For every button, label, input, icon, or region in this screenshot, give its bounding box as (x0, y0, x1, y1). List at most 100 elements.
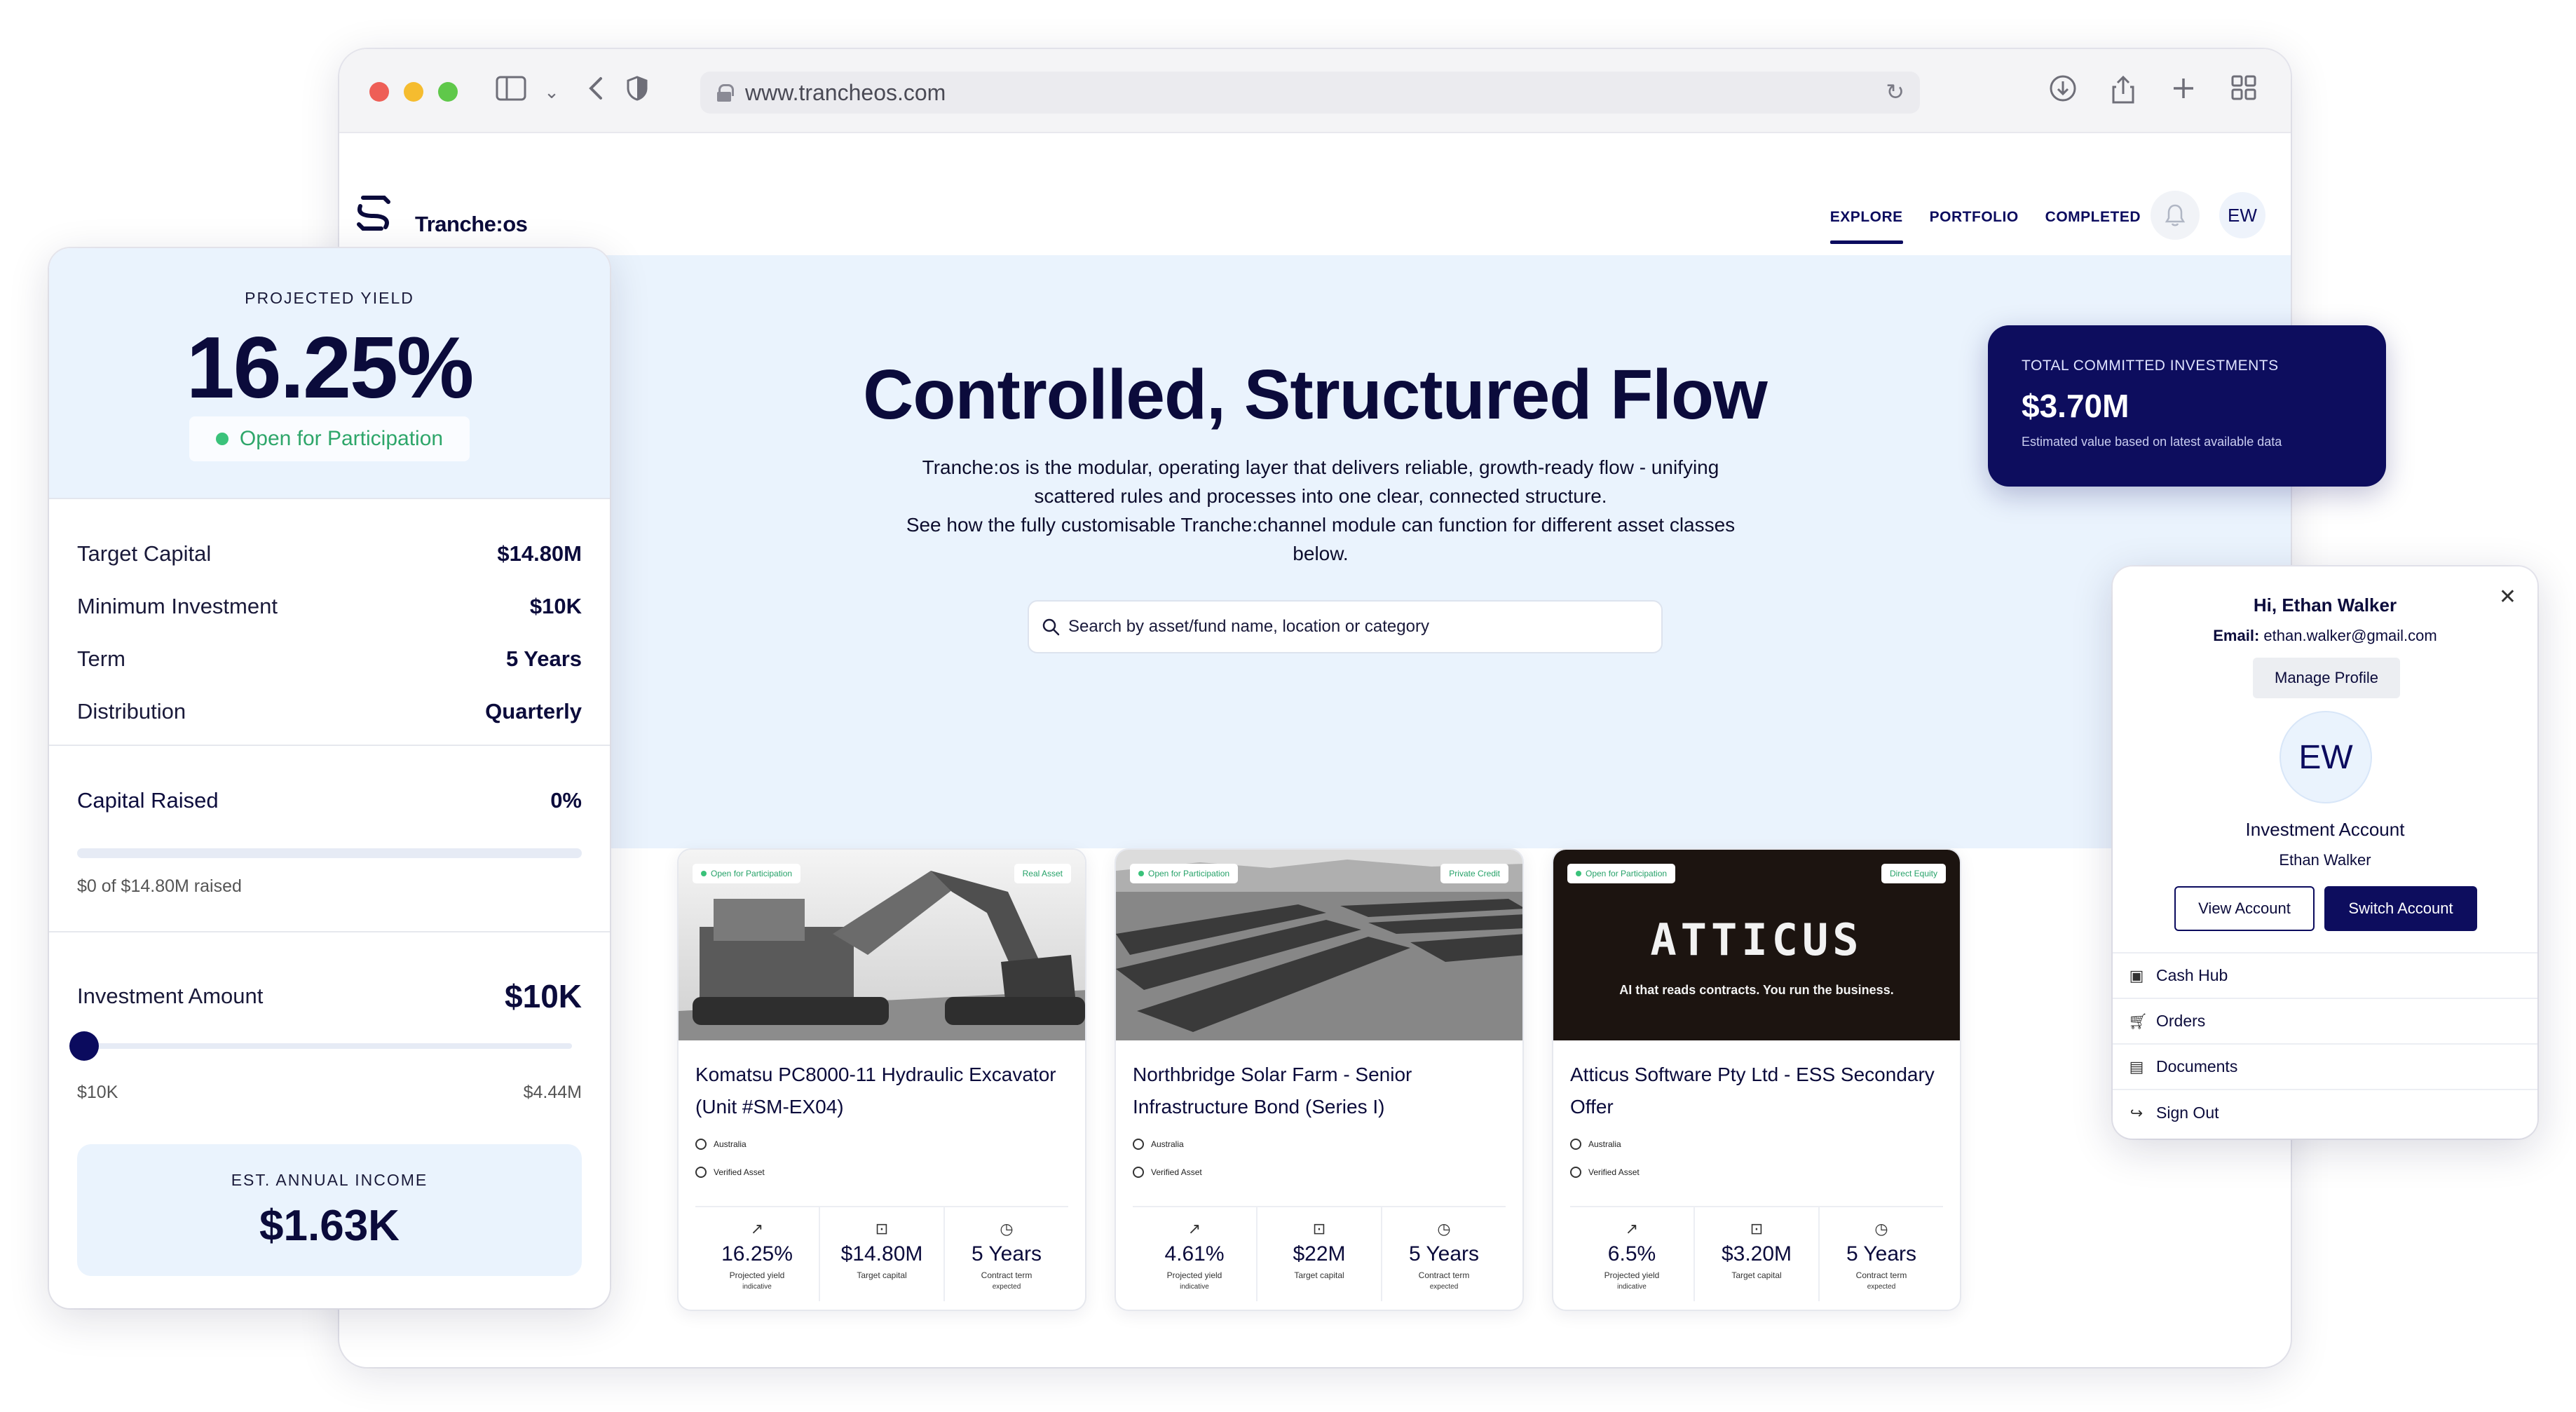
share-icon[interactable] (2106, 74, 2141, 109)
divider (49, 745, 610, 746)
menu-item-label: Orders (2156, 1012, 2206, 1030)
annual-income-box: EST. ANNUAL INCOME $1.63K (77, 1144, 582, 1276)
asset-title[interactable]: Komatsu PC8000-11 Hydraulic Excavator (U… (695, 1059, 1068, 1123)
asset-location: Australia (1133, 1139, 1184, 1150)
shield-icon[interactable] (620, 74, 655, 109)
close-window-button[interactable] (369, 82, 389, 102)
check-circle-icon (1570, 1167, 1581, 1178)
term-note: expected (1867, 1283, 1896, 1291)
user-avatar[interactable]: EW (2219, 192, 2265, 238)
asset-stats: ↗ 16.25% Projected yield indicative ⊡ $1… (695, 1206, 1068, 1301)
atticus-tagline: AI that reads contracts. You run the bus… (1619, 983, 1894, 997)
hero-paragraph-2: See how the fully customisable Tranche:c… (906, 514, 1736, 564)
slider-min-label: $10K (77, 1082, 118, 1102)
menu-item-orders[interactable]: 🛒︎ Orders (2113, 999, 2537, 1045)
location-pin-icon (1570, 1139, 1581, 1150)
term-value: Quarterly (485, 698, 582, 724)
document-icon: ▤ (2129, 1057, 2144, 1075)
investment-slider-thumb[interactable] (69, 1031, 99, 1061)
term-row: Minimum Investment $10K (77, 580, 582, 632)
new-tab-icon[interactable] (2166, 74, 2201, 109)
lock-icon: ⊡ (1312, 1220, 1326, 1237)
menu-item-label: Sign Out (2156, 1104, 2219, 1122)
yield-note: indicative (1617, 1283, 1647, 1291)
tranche-logo-icon[interactable] (353, 192, 394, 233)
chevron-down-icon[interactable]: ⌄ (534, 74, 569, 109)
nav-explore[interactable]: EXPLORE (1829, 209, 1903, 244)
notifications-button[interactable] (2151, 191, 2200, 240)
asset-title[interactable]: Atticus Software Pty Ltd - ESS Secondary… (1570, 1059, 1943, 1123)
address-bar[interactable]: www.trancheos.com ↻ (700, 72, 1920, 114)
verified-text: Verified Asset (1151, 1167, 1202, 1177)
asset-image-atticus: ATTICUS AI that reads contracts. You run… (1553, 850, 1960, 1040)
location-pin-icon (695, 1139, 707, 1150)
menu-item-documents[interactable]: ▤ Documents (2113, 1045, 2537, 1090)
asset-stats: ↗ 6.5% Projected yield indicative ⊡ $3.2… (1570, 1206, 1943, 1301)
view-account-button[interactable]: View Account (2174, 886, 2315, 931)
menu-item-cash-hub[interactable]: ▣ Cash Hub (2113, 953, 2537, 999)
annual-income-label: EST. ANNUAL INCOME (231, 1171, 428, 1189)
asset-card-solar[interactable]: Open for Participation Private Credit No… (1115, 848, 1524, 1311)
menu-item-label: Documents (2156, 1057, 2238, 1075)
verified-text: Verified Asset (714, 1167, 765, 1177)
account-avatar: EW (2279, 711, 2372, 803)
investment-panel: PROJECTED YIELD 16.25% Open for Particip… (49, 248, 610, 1308)
investment-amount-value: $10K (505, 978, 582, 1014)
term-key: Minimum Investment (77, 593, 278, 618)
maximize-window-button[interactable] (438, 82, 458, 102)
nav-completed[interactable]: COMPLETED (2045, 209, 2141, 244)
asset-card-excavator[interactable]: Open for Participation Real Asset Komats… (677, 848, 1086, 1311)
stat-term: ◷ 5 Years Contract term expected (1820, 1207, 1943, 1301)
search-placeholder: Search by asset/fund name, location or c… (1068, 617, 1429, 636)
download-icon[interactable] (2045, 74, 2080, 109)
term-row: Term 5 Years (77, 632, 582, 685)
search-input[interactable]: Search by asset/fund name, location or c… (1028, 600, 1663, 653)
wallet-icon: ▣ (2129, 966, 2144, 984)
term-key: Target Capital (77, 541, 212, 566)
switch-account-button[interactable]: Switch Account (2324, 886, 2477, 931)
nav-portfolio[interactable]: PORTFOLIO (1930, 209, 2019, 244)
sidebar-toggle-icon[interactable] (493, 74, 529, 109)
yield-note: indicative (1180, 1283, 1209, 1291)
asset-location: Australia (1570, 1139, 1621, 1150)
sign-out-icon: ↪ (2129, 1104, 2144, 1122)
term-value: $10K (529, 593, 582, 618)
capital-value: $22M (1293, 1242, 1346, 1265)
term-note: expected (1429, 1283, 1459, 1291)
lock-icon: ⊡ (875, 1220, 889, 1237)
term-key: Distribution (77, 698, 186, 724)
investment-slider[interactable] (69, 1031, 572, 1061)
committed-label: TOTAL COMMITTED INVESTMENTS (2022, 358, 2279, 374)
projected-yield-label: PROJECTED YIELD (245, 289, 414, 307)
asset-card-atticus[interactable]: ATTICUS AI that reads contracts. You run… (1552, 848, 1961, 1311)
asset-location: Australia (695, 1139, 747, 1150)
term-label: Contract term (1418, 1270, 1470, 1280)
slider-max-label: $4.44M (523, 1082, 582, 1102)
url-text: www.trancheos.com (745, 79, 946, 105)
total-committed-card: TOTAL COMMITTED INVESTMENTS $3.70M Estim… (1988, 325, 2386, 487)
menu-item-sign-out[interactable]: ↪ Sign Out (2113, 1090, 2537, 1136)
manage-profile-button[interactable]: Manage Profile (2253, 658, 2400, 698)
reload-icon[interactable]: ↻ (1886, 79, 1904, 105)
yield-note: indicative (742, 1283, 772, 1291)
committed-value: $3.70M (2022, 388, 2129, 424)
yield-label: Projected yield (729, 1270, 785, 1280)
minimize-window-button[interactable] (404, 82, 423, 102)
verified-text: Verified Asset (1588, 1167, 1640, 1177)
divider (49, 931, 610, 932)
capital-raised-progress (77, 848, 582, 858)
term-value: $14.80M (497, 541, 582, 566)
location-text: Australia (1588, 1139, 1621, 1149)
asset-title[interactable]: Northbridge Solar Farm - Senior Infrastr… (1133, 1059, 1506, 1123)
cart-icon: 🛒︎ (2128, 1012, 2148, 1030)
brand-name[interactable]: Tranche:os (415, 212, 528, 237)
tab-overview-icon[interactable] (2226, 74, 2261, 109)
profile-menu: ▣ Cash Hub 🛒︎ Orders ▤ Documents ↪ Sign … (2113, 952, 2537, 1136)
stat-term: ◷ 5 Years Contract term expected (945, 1207, 1068, 1301)
capital-label: Target capital (1731, 1270, 1782, 1280)
category-badge: Direct Equity (1881, 864, 1946, 883)
back-icon[interactable] (578, 74, 613, 109)
main-nav: EXPLORE PORTFOLIO COMPLETED (1829, 209, 2141, 244)
term-value: 5 Years (1846, 1242, 1917, 1265)
capital-value: $3.20M (1721, 1242, 1792, 1265)
